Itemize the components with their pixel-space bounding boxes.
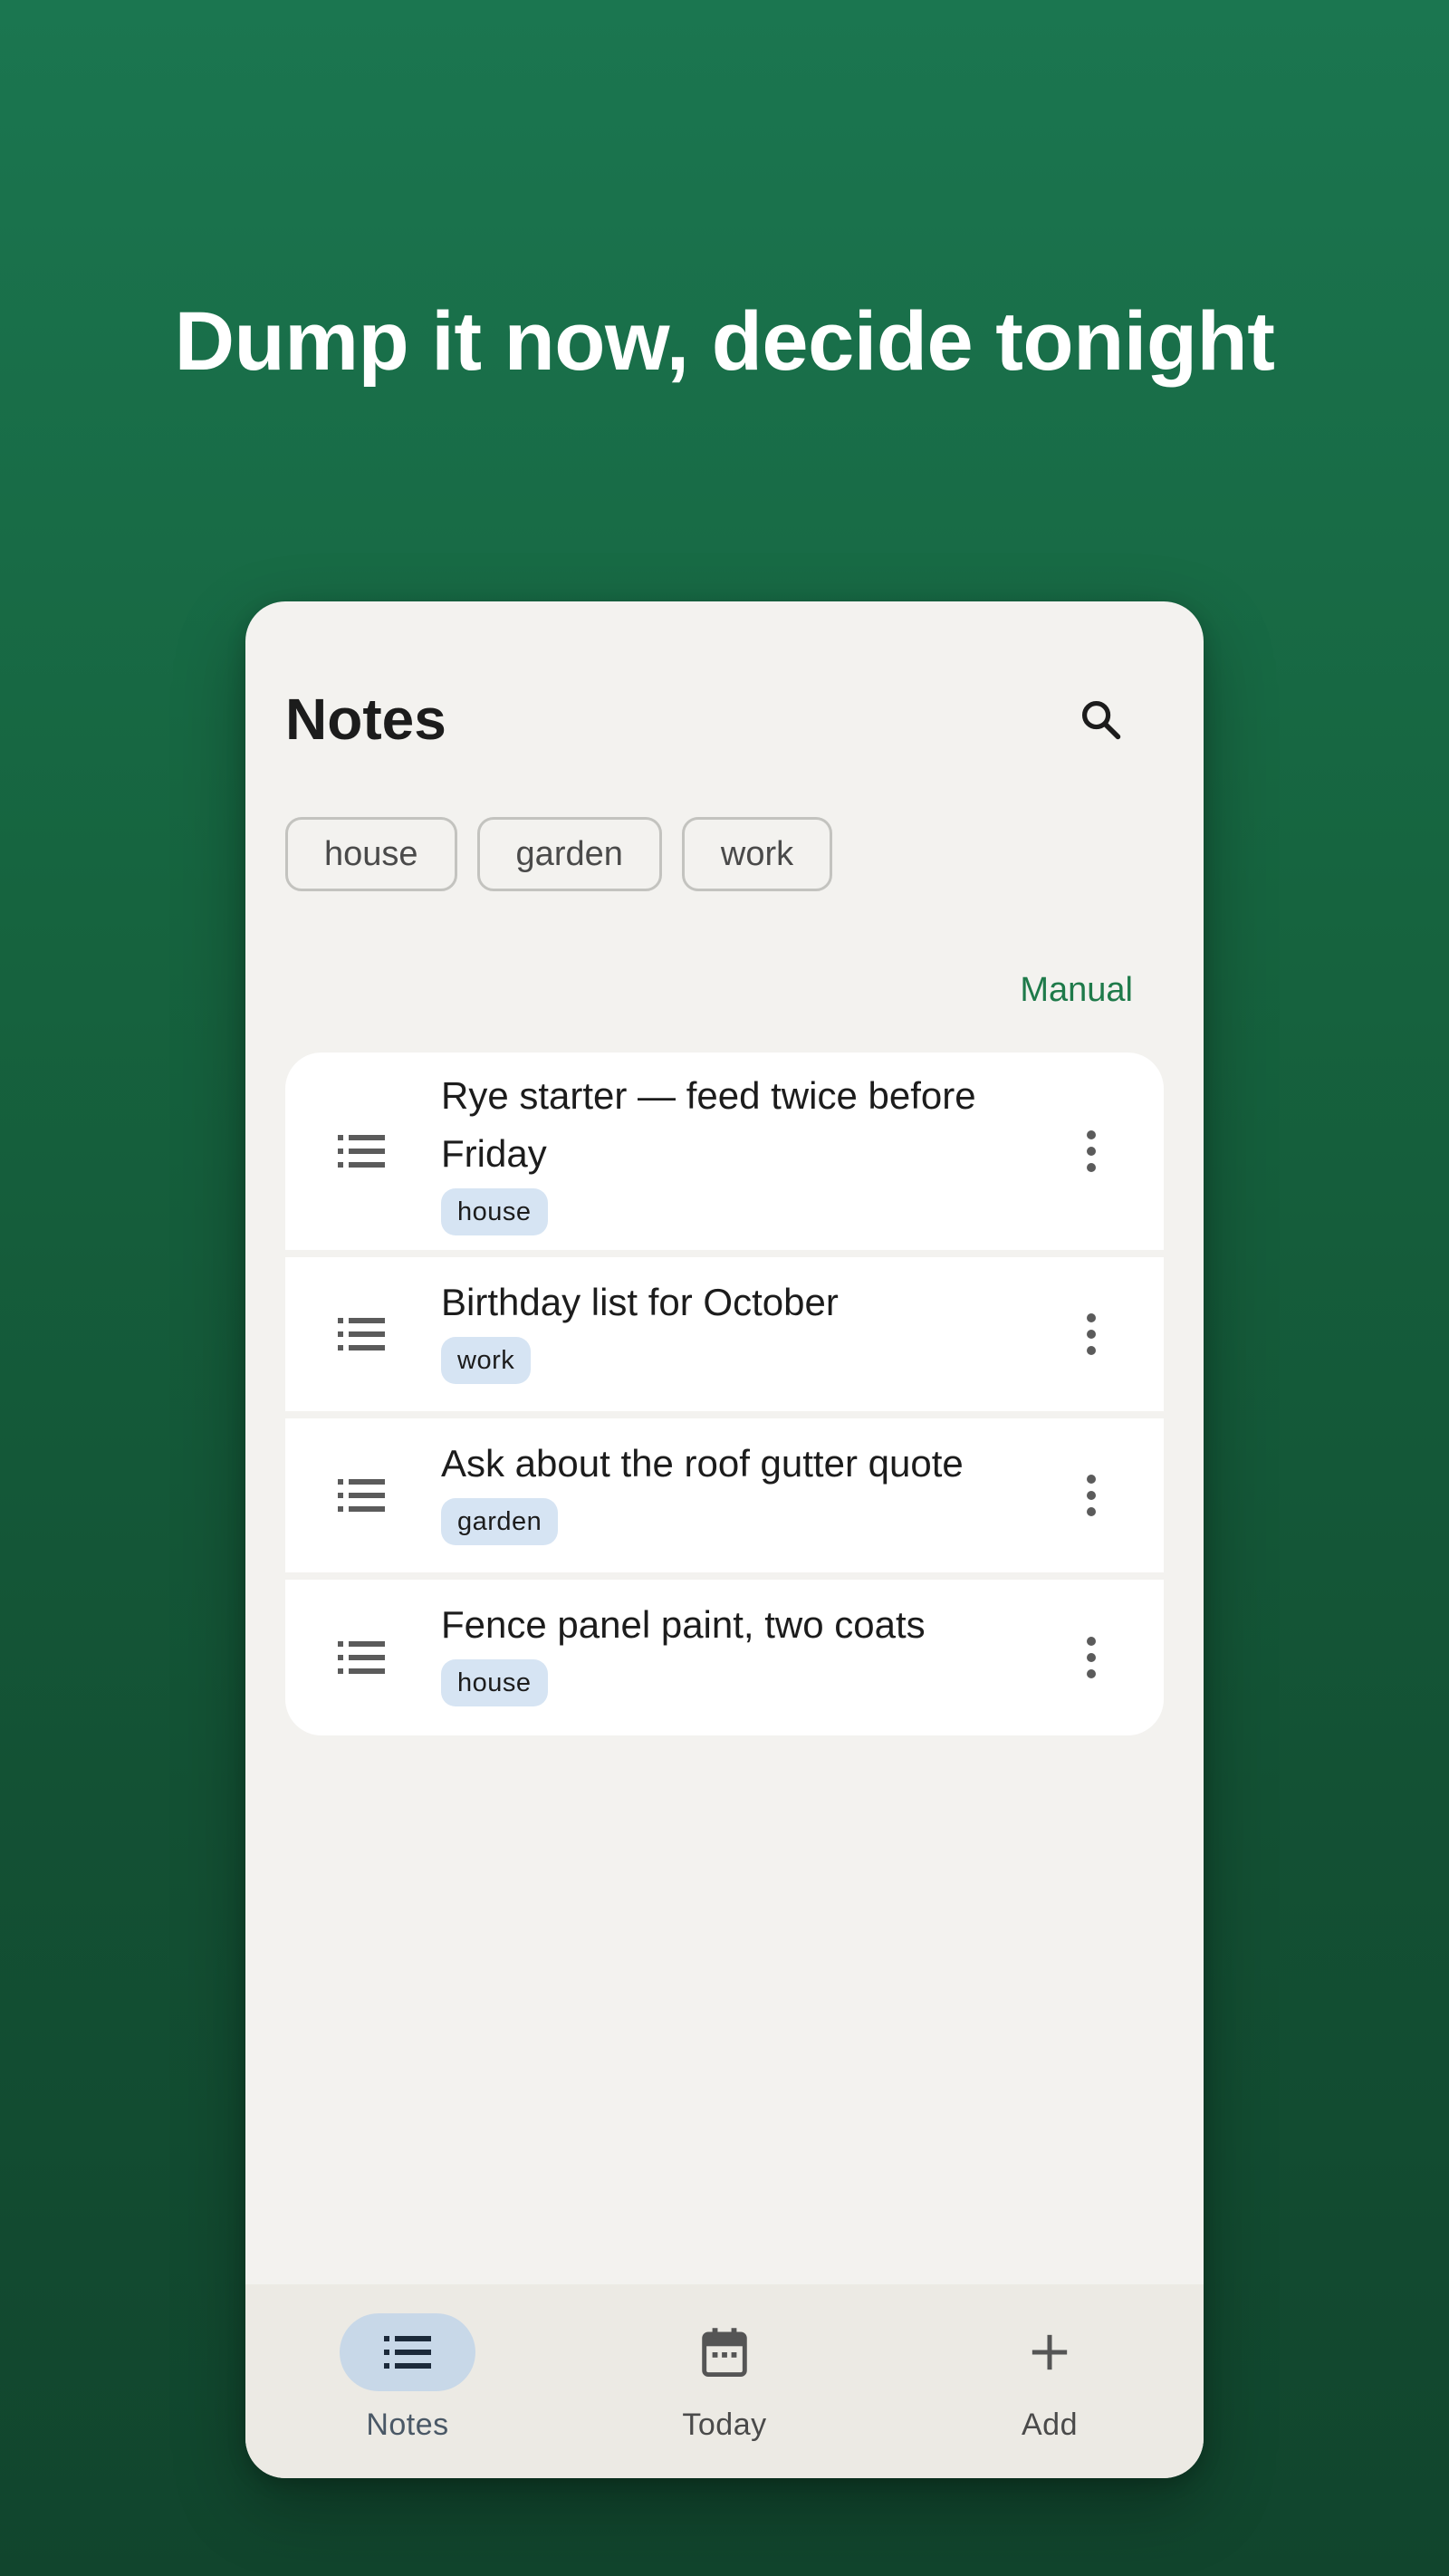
filter-chips: house garden work bbox=[285, 817, 833, 891]
filter-chip-house[interactable]: house bbox=[285, 817, 457, 891]
more-options-button[interactable] bbox=[1073, 1115, 1109, 1187]
list-icon bbox=[384, 2336, 431, 2369]
list-item[interactable]: Fence panel paint, two coats house bbox=[285, 1580, 1164, 1735]
more-options-button[interactable] bbox=[1073, 1298, 1109, 1370]
nav-add-label: Add bbox=[1022, 2408, 1078, 2442]
page-title: Notes bbox=[285, 687, 446, 752]
note-tag: garden bbox=[441, 1498, 559, 1545]
search-button[interactable] bbox=[1060, 679, 1142, 761]
note-title: Birthday list for October bbox=[441, 1281, 839, 1323]
more-options-button[interactable] bbox=[1073, 1621, 1109, 1694]
plus-icon bbox=[1032, 2334, 1068, 2370]
list-icon bbox=[338, 1641, 385, 1674]
note-title: Ask about the roof gutter quote bbox=[441, 1442, 964, 1485]
search-icon bbox=[1081, 700, 1121, 740]
list-icon bbox=[338, 1318, 385, 1350]
list-item[interactable]: Rye starter — feed twice before Friday h… bbox=[285, 1053, 1164, 1250]
more-vert-icon bbox=[1087, 1130, 1096, 1172]
list-item[interactable]: Ask about the roof gutter quote garden bbox=[285, 1418, 1164, 1572]
list-icon bbox=[338, 1479, 385, 1512]
phone-screen: Notes house garden work Manual Rye start… bbox=[245, 601, 1204, 2478]
more-vert-icon bbox=[1087, 1475, 1096, 1516]
filter-chip-work[interactable]: work bbox=[681, 817, 833, 891]
nav-add[interactable]: Add bbox=[914, 2284, 1185, 2478]
calendar-icon bbox=[702, 2328, 747, 2377]
bottom-navigation: Notes Today Add bbox=[245, 2284, 1204, 2478]
filter-chip-garden[interactable]: garden bbox=[476, 817, 662, 891]
note-title: Fence panel paint, two coats bbox=[441, 1603, 926, 1646]
headline: Dump it now, decide tonight bbox=[174, 295, 1275, 388]
sort-mode-button[interactable]: Manual bbox=[1020, 971, 1133, 1010]
nav-add-indicator bbox=[982, 2313, 1118, 2391]
nav-today-indicator bbox=[657, 2313, 792, 2391]
notes-list: Rye starter — feed twice before Friday h… bbox=[285, 1053, 1164, 1735]
note-tag: house bbox=[441, 1659, 548, 1706]
nav-notes-label: Notes bbox=[366, 2408, 449, 2442]
note-title: Rye starter — feed twice before Friday bbox=[441, 1074, 976, 1175]
more-options-button[interactable] bbox=[1073, 1459, 1109, 1532]
nav-notes[interactable]: Notes bbox=[272, 2284, 543, 2478]
note-tag: house bbox=[441, 1188, 548, 1235]
more-vert-icon bbox=[1087, 1313, 1096, 1355]
list-item[interactable]: Birthday list for October work bbox=[285, 1257, 1164, 1411]
nav-today[interactable]: Today bbox=[589, 2284, 860, 2478]
nav-today-label: Today bbox=[682, 2408, 767, 2442]
list-icon bbox=[338, 1135, 385, 1168]
more-vert-icon bbox=[1087, 1637, 1096, 1678]
nav-notes-indicator bbox=[340, 2313, 475, 2391]
note-tag: work bbox=[441, 1337, 532, 1384]
